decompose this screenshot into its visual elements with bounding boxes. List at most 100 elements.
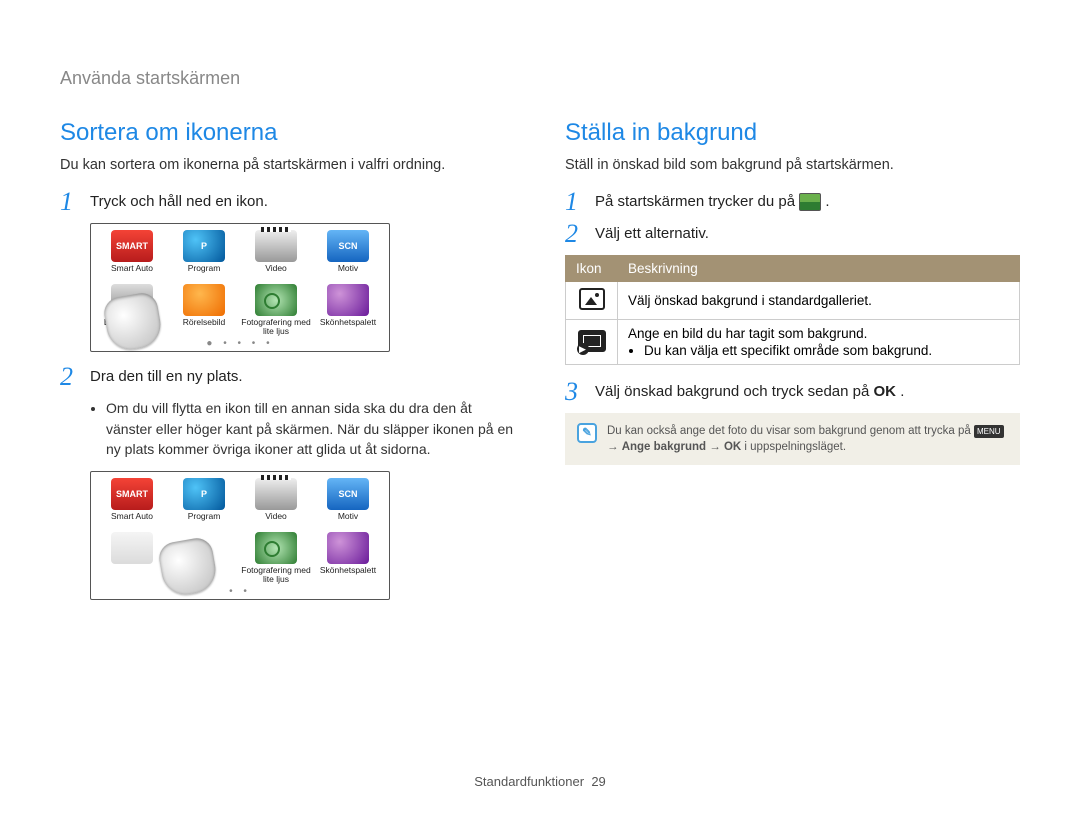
app-fotografering: Fotografering med lite ljus xyxy=(241,532,311,584)
note-box: ✎ Du kan också ange det foto du visar so… xyxy=(565,413,1020,465)
app-motiv: SCN Motiv xyxy=(313,478,383,530)
left-step-2: 2 Dra den till en ny plats. xyxy=(60,366,515,390)
breadcrumb: Använda startskärmen xyxy=(60,68,1020,89)
placeholder-icon xyxy=(111,532,153,564)
step-text: Välj önskad bakgrund och tryck sedan på … xyxy=(595,381,1020,403)
smart-auto-icon: SMART xyxy=(111,230,153,262)
app-label: Program xyxy=(188,264,221,282)
left-intro: Du kan sortera om ikonerna på startskärm… xyxy=(60,155,515,175)
ok-icon: OK xyxy=(874,383,897,400)
note-text: Du kan också ange det foto du visar som … xyxy=(607,423,1008,455)
gallery-icon xyxy=(579,288,605,310)
step-number: 1 xyxy=(60,189,80,215)
footer-section: Standardfunktioner xyxy=(474,774,584,789)
user-image-icon xyxy=(578,330,606,352)
right-title: Ställa in bakgrund xyxy=(565,119,1020,147)
left-step-1: 1 Tryck och håll ned en ikon. xyxy=(60,191,515,215)
text: i uppspelningsläget. xyxy=(744,441,846,453)
motiv-icon: SCN xyxy=(327,230,369,262)
app-label: Video xyxy=(265,512,287,530)
skonhetspalett-icon xyxy=(327,532,369,564)
program-icon: P xyxy=(183,478,225,510)
table-row: Ange en bild du har tagit som bakgrund. … xyxy=(566,320,1020,365)
step-text: Tryck och håll ned en ikon. xyxy=(90,191,515,213)
text: . xyxy=(900,383,904,400)
cell-text: Välj önskad bakgrund i standardgalleriet… xyxy=(618,282,1020,320)
app-smart-auto: SMART Smart Auto xyxy=(97,478,167,530)
col-left: Sortera om ikonerna Du kan sortera om ik… xyxy=(60,119,515,614)
smart-auto-icon: SMART xyxy=(111,478,153,510)
bullet-text: Om du vill flytta en ikon till en annan … xyxy=(106,398,515,459)
video-icon xyxy=(255,478,297,510)
app-skonhetspalett: Skönhetspalett xyxy=(313,532,383,584)
right-step-2: 2 Välj ett alternativ. xyxy=(565,223,1020,247)
app-label: Fotografering med lite ljus xyxy=(241,318,311,336)
app-motiv: SCN Motiv xyxy=(313,230,383,282)
device-mockup-1: SMART Smart Auto P Program Video SCN Mot… xyxy=(90,223,390,352)
app-empty xyxy=(97,532,167,584)
app-label: Fotografering med lite ljus xyxy=(241,566,311,584)
option-table: Ikon Beskrivning Välj önskad bakgrund i … xyxy=(565,255,1020,365)
right-step-1: 1 På startskärmen trycker du på . xyxy=(565,191,1020,215)
text: Ange en bild du har tagit som bakgrund. xyxy=(628,326,867,341)
text: Du kan också ange det foto du visar som … xyxy=(607,425,974,437)
right-intro: Ställ in önskad bild som bakgrund på sta… xyxy=(565,155,1020,175)
app-label: Skönhetspalett xyxy=(320,318,376,336)
app-video: Video xyxy=(241,230,311,282)
app-program: P Program xyxy=(169,230,239,282)
app-label: Motiv xyxy=(338,264,358,282)
text: . xyxy=(825,193,829,210)
page-dots: • • xyxy=(97,586,383,597)
app-smart-auto: SMART Smart Auto xyxy=(97,230,167,282)
text: Välj önskad bakgrund och tryck sedan på xyxy=(595,383,874,400)
device-mockup-2: SMART Smart Auto P Program Video SCN Mot… xyxy=(90,471,390,600)
app-label: Smart Auto xyxy=(111,512,153,530)
columns: Sortera om ikonerna Du kan sortera om ik… xyxy=(60,119,1020,614)
program-icon: P xyxy=(183,230,225,262)
footer: Standardfunktioner 29 xyxy=(0,774,1080,789)
app-label: Video xyxy=(265,264,287,282)
app-label: Smart Auto xyxy=(111,264,153,282)
col-right: Ställa in bakgrund Ställ in önskad bild … xyxy=(565,119,1020,614)
table-row: Välj önskad bakgrund i standardgalleriet… xyxy=(566,282,1020,320)
step-number: 2 xyxy=(565,221,585,247)
text: → xyxy=(607,441,622,453)
video-icon xyxy=(255,230,297,262)
app-label: Motiv xyxy=(338,512,358,530)
note-icon: ✎ xyxy=(577,423,597,443)
background-tile-icon xyxy=(799,193,821,211)
th-ikon: Ikon xyxy=(566,256,618,282)
motiv-icon: SCN xyxy=(327,478,369,510)
footer-page: 29 xyxy=(591,774,605,789)
app-label: Rörelsebild xyxy=(183,318,226,336)
app-program: P Program xyxy=(169,478,239,530)
app-video: Video xyxy=(241,478,311,530)
step-number: 2 xyxy=(60,364,80,390)
bullet-text: Du kan välja ett specifikt område som ba… xyxy=(644,343,1009,358)
step-number: 3 xyxy=(565,379,585,405)
step-text: Välj ett alternativ. xyxy=(595,223,1020,245)
left-title: Sortera om ikonerna xyxy=(60,119,515,147)
page: Använda startskärmen Sortera om ikonerna… xyxy=(0,0,1080,614)
ok-icon: OK xyxy=(724,441,741,453)
text: → xyxy=(709,441,724,453)
app-rorelsebild: Rörelsebild xyxy=(169,284,239,336)
left-bullets: Om du vill flytta en ikon till en annan … xyxy=(90,398,515,459)
step-text: Dra den till en ny plats. xyxy=(90,366,515,388)
text: På startskärmen trycker du på xyxy=(595,193,799,210)
right-step-3: 3 Välj önskad bakgrund och tryck sedan p… xyxy=(565,381,1020,405)
app-fotografering: Fotografering med lite ljus xyxy=(241,284,311,336)
th-beskrivning: Beskrivning xyxy=(618,256,1020,282)
step-number: 1 xyxy=(565,189,585,215)
menu-badge-icon: MENU xyxy=(974,425,1004,438)
rorelsebild-icon xyxy=(183,284,225,316)
fotografering-icon xyxy=(255,284,297,316)
app-label: Skönhetspalett xyxy=(320,566,376,584)
app-label: Program xyxy=(188,512,221,530)
skonhetspalett-icon xyxy=(327,284,369,316)
text-bold: Ange bakgrund xyxy=(622,441,706,453)
cell-text: Ange en bild du har tagit som bakgrund. … xyxy=(618,320,1020,365)
app-skonhetspalett: Skönhetspalett xyxy=(313,284,383,336)
fotografering-icon xyxy=(255,532,297,564)
step-text: På startskärmen trycker du på . xyxy=(595,191,1020,213)
